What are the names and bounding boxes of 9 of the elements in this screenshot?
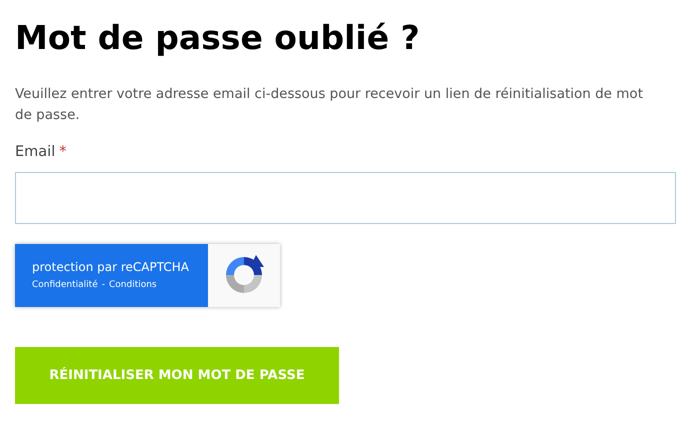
recaptcha-text: protection par reCAPTCHA [32,260,189,274]
email-field[interactable] [15,172,676,224]
terms-link[interactable]: Conditions [108,280,157,291]
privacy-link[interactable]: Confidentialité [32,280,98,291]
intro-text: Veuillez entrer votre adresse email ci-dessous pour recevoir un lien de réinitialisation de mot de passe. [15,85,644,125]
page-title: Mot de passe oublié ? [15,17,420,59]
required-mark: * [59,143,66,162]
email-label: Email [15,143,56,162]
link-separator: - [102,280,105,291]
